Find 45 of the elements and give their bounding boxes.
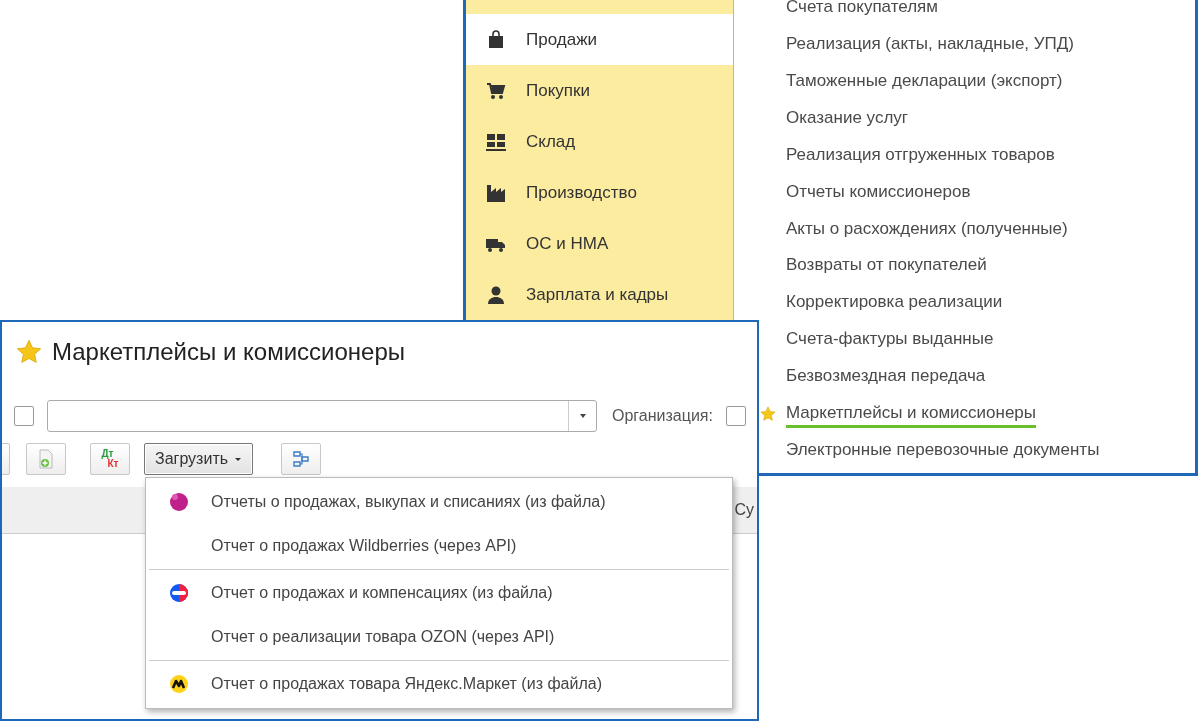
caret-icon bbox=[234, 455, 243, 463]
command-link[interactable]: Счета-фактуры выданные bbox=[786, 326, 994, 355]
menu-item[interactable]: Отчет о продажах Wildberries (через API) bbox=[146, 524, 732, 568]
checkbox[interactable] bbox=[14, 406, 34, 426]
add-document-button[interactable] bbox=[26, 443, 66, 475]
document-add-icon bbox=[36, 449, 56, 469]
command-link[interactable]: Безвозмездная передача bbox=[786, 363, 986, 392]
command-link[interactable]: Электронные перевозочные документы bbox=[786, 436, 1100, 466]
factory-icon bbox=[486, 182, 506, 203]
command-link[interactable]: Акты о расхождениях (полученные) bbox=[786, 215, 1068, 245]
grid-icon bbox=[486, 131, 506, 152]
cart-icon bbox=[486, 80, 506, 101]
window-title: Маркетплейсы и комиссионеры bbox=[52, 337, 405, 367]
command-link[interactable]: Отчеты комиссионеров bbox=[786, 178, 971, 208]
logo-icon bbox=[169, 674, 189, 694]
section-item[interactable]: Покупки bbox=[466, 65, 733, 116]
command-link[interactable]: Возвраты от покупателей bbox=[786, 252, 987, 281]
structure-button[interactable] bbox=[281, 443, 322, 475]
command-link[interactable]: Таможенные декларации (экспорт) bbox=[786, 67, 1063, 97]
command-link[interactable]: Корректировка реализации bbox=[786, 289, 1003, 318]
menu-item[interactable]: Отчет о реализации товара OZON (через API) bbox=[146, 615, 732, 659]
checkbox[interactable] bbox=[725, 406, 746, 426]
command-link[interactable]: Маркетплейсы и комиссионеры bbox=[786, 400, 1037, 429]
menu-item[interactable]: Отчет о продажах и компенсациях (из файла) bbox=[146, 571, 732, 615]
section-item[interactable]: Склад bbox=[466, 116, 733, 167]
menu-item[interactable]: Отчет о продажах товара Яндекс.Маркет (из файла) bbox=[146, 662, 732, 706]
command-link[interactable]: Счета покупателям bbox=[786, 0, 938, 23]
filter-dropdown-field[interactable] bbox=[47, 400, 597, 432]
section-item[interactable]: ОС и НМА bbox=[466, 218, 733, 269]
bag-icon bbox=[486, 29, 506, 50]
debit-credit-button[interactable]: Дт Кт bbox=[90, 443, 130, 475]
section-item[interactable]: Производство bbox=[466, 167, 733, 218]
logo-icon bbox=[169, 583, 189, 603]
logo-icon bbox=[169, 492, 189, 512]
load-dropdown-button[interactable]: Загрузить bbox=[144, 443, 254, 475]
person-icon bbox=[486, 284, 506, 305]
menu-item[interactable]: Отчеты о продажах, выкупах и списаниях (из файла) bbox=[146, 480, 732, 524]
section-item[interactable]: Зарплата и кадры bbox=[466, 269, 733, 320]
section-item[interactable]: Продажи bbox=[466, 14, 733, 65]
structure-icon bbox=[291, 449, 312, 469]
command-link[interactable]: Оказание услуг bbox=[786, 104, 909, 134]
column-header: Су bbox=[734, 500, 755, 520]
command-link[interactable]: Реализация отгруженных товаров bbox=[786, 141, 1055, 171]
organization-label: Организация: bbox=[612, 406, 713, 426]
command-link[interactable]: Реализация (акты, накладные, УПД) bbox=[786, 31, 1074, 60]
